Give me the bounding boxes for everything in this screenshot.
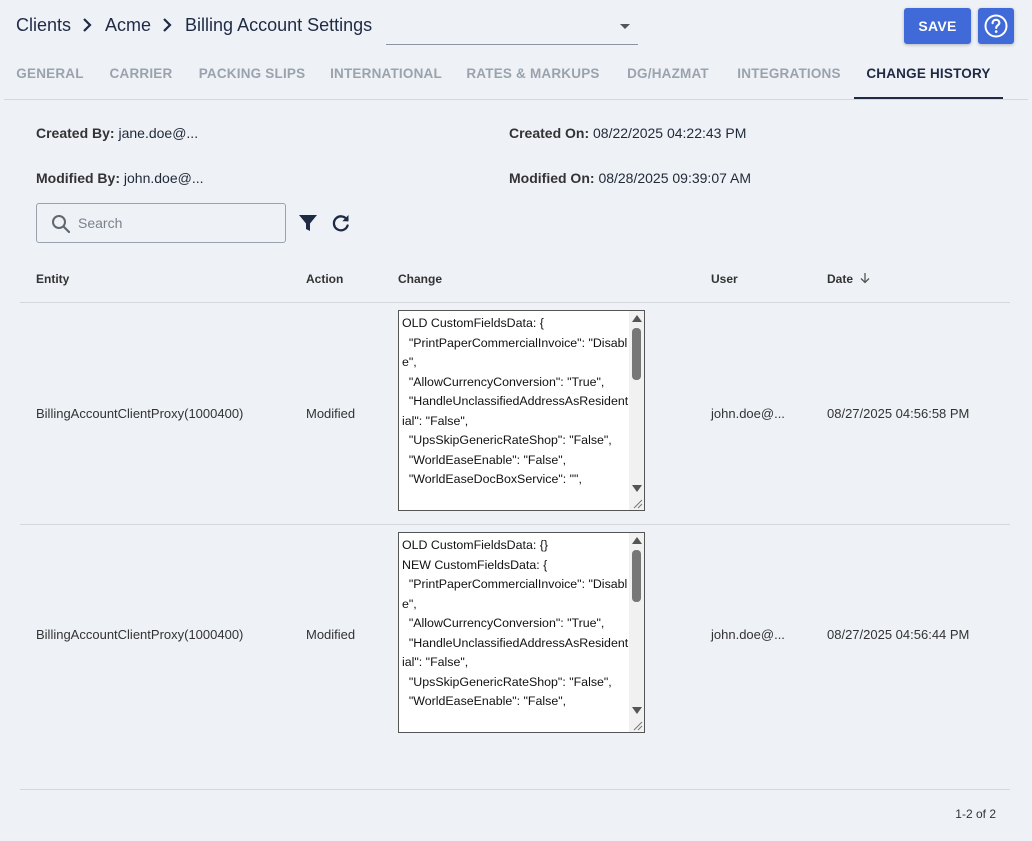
modified-by-label: Modified By: [36, 170, 120, 186]
row-entity: BillingAccountClientProxy(1000400) [36, 627, 244, 642]
column-action[interactable]: Action [306, 272, 343, 286]
settings-tabs: GENERAL CARRIER PACKING SLIPS INTERNATIO… [4, 56, 1028, 100]
table-footer-divider [20, 789, 1010, 790]
modified-on: Modified On: 08/28/2025 09:39:07 AM [509, 170, 751, 186]
chevron-right-icon [151, 14, 185, 36]
table-row[interactable]: BillingAccountClientProxy(1000400) Modif… [20, 303, 1010, 525]
tab-dg-hazmat[interactable]: DG/HAZMAT [612, 56, 724, 99]
search-input[interactable] [78, 213, 278, 233]
scrollbar-thumb[interactable] [632, 550, 641, 602]
created-on: Created On: 08/22/2025 04:22:43 PM [509, 125, 746, 141]
column-user[interactable]: User [711, 272, 738, 286]
account-select[interactable] [386, 7, 638, 45]
scroll-up-arrow-icon[interactable] [632, 537, 642, 544]
table-row[interactable]: BillingAccountClientProxy(1000400) Modif… [20, 525, 1010, 746]
header: Clients Acme Billing Account Settings SA… [0, 0, 1032, 56]
change-textarea[interactable]: OLD CustomFieldsData: { "PrintPaperComme… [398, 310, 645, 511]
sort-descending-icon [860, 273, 870, 284]
breadcrumb: Clients Acme Billing Account Settings [16, 14, 372, 36]
tab-general[interactable]: GENERAL [4, 56, 96, 99]
change-text: OLD CustomFieldsData: { "PrintPaperComme… [402, 316, 629, 486]
row-user: john.doe@... [711, 406, 785, 421]
help-button[interactable] [978, 8, 1014, 44]
column-date-label: Date [827, 272, 854, 286]
modified-on-label: Modified On: [509, 170, 595, 186]
change-scrollbar[interactable] [629, 533, 644, 718]
tab-integrations[interactable]: INTEGRATIONS [724, 56, 854, 99]
billing-account-settings-page: Clients Acme Billing Account Settings SA… [0, 0, 1032, 841]
scroll-down-arrow-icon[interactable] [632, 707, 642, 714]
scroll-down-arrow-icon[interactable] [632, 485, 642, 492]
save-button[interactable]: SAVE [904, 8, 971, 44]
modified-by: Modified By: john.doe@... [36, 170, 204, 186]
modified-by-value: john.doe@... [123, 170, 204, 186]
filter-icon [299, 215, 317, 231]
refresh-icon [332, 215, 349, 232]
change-text: OLD CustomFieldsData: {} NEW CustomField… [402, 538, 629, 708]
search-icon [52, 215, 71, 234]
refresh-button[interactable] [330, 212, 352, 234]
modified-on-value: 08/28/2025 09:39:07 AM [598, 170, 752, 186]
resize-grip-icon[interactable] [629, 495, 644, 510]
tab-packing-slips[interactable]: PACKING SLIPS [186, 56, 318, 99]
column-date[interactable]: Date [827, 272, 871, 286]
resize-grip-icon[interactable] [629, 717, 644, 732]
tab-carrier[interactable]: CARRIER [96, 56, 186, 99]
created-on-value: 08/22/2025 04:22:43 PM [593, 125, 747, 141]
column-entity[interactable]: Entity [36, 272, 69, 286]
chevron-right-icon [71, 14, 105, 36]
caret-down-icon [620, 24, 630, 29]
change-scrollbar[interactable] [629, 311, 644, 496]
tab-international[interactable]: INTERNATIONAL [318, 56, 454, 99]
created-by-value: jane.doe@... [118, 125, 199, 141]
row-entity: BillingAccountClientProxy(1000400) [36, 406, 244, 421]
row-user: john.doe@... [711, 627, 785, 642]
tab-change-history[interactable]: CHANGE HISTORY [854, 56, 1003, 99]
scroll-up-arrow-icon[interactable] [632, 315, 642, 322]
change-textarea[interactable]: OLD CustomFieldsData: {} NEW CustomField… [398, 532, 645, 733]
row-action: Modified [306, 627, 356, 642]
column-change[interactable]: Change [398, 272, 442, 286]
row-date: 08/27/2025 04:56:44 PM [827, 627, 970, 642]
breadcrumb-current: Billing Account Settings [185, 14, 373, 35]
pagination-range: 1-2 of 2 [955, 807, 996, 821]
search-box [36, 203, 286, 243]
scrollbar-thumb[interactable] [632, 328, 641, 380]
help-icon [984, 14, 1008, 38]
filter-button[interactable] [297, 212, 319, 234]
created-on-label: Created On: [509, 125, 590, 141]
row-date: 08/27/2025 04:56:58 PM [827, 406, 970, 421]
breadcrumb-acme[interactable]: Acme [105, 15, 151, 36]
created-by: Created By: jane.doe@... [36, 125, 198, 141]
row-action: Modified [306, 406, 356, 421]
created-by-label: Created By: [36, 125, 115, 141]
table-header: Entity Action Change User Date [20, 262, 1010, 303]
breadcrumb-clients[interactable]: Clients [16, 15, 71, 36]
tab-rates-markups[interactable]: RATES & MARKUPS [454, 56, 612, 99]
